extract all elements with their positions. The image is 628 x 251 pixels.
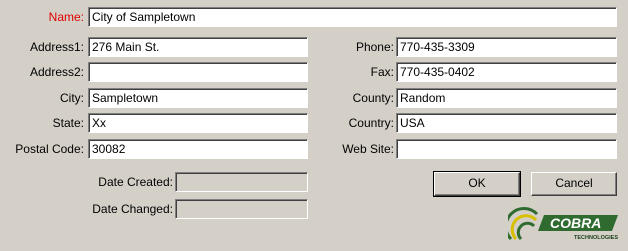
city-input[interactable]: Sampletown	[88, 88, 308, 108]
address2-label: Address2:	[29, 65, 84, 79]
state-label: State:	[52, 116, 84, 130]
web-site-label: Web Site:	[342, 142, 394, 156]
address2-input[interactable]	[88, 62, 308, 82]
city-label: City:	[60, 91, 84, 105]
phone-label: Phone:	[355, 40, 394, 54]
fax-label: Fax:	[370, 65, 394, 79]
address1-input[interactable]: 276 Main St.	[88, 37, 308, 57]
county-label: County:	[352, 91, 394, 105]
country-input[interactable]: USA	[396, 113, 617, 133]
county-input[interactable]: Random	[396, 88, 617, 108]
date-changed-field	[175, 199, 308, 219]
date-created-label: Date Created:	[98, 175, 173, 189]
date-changed-label: Date Changed:	[92, 202, 173, 216]
name-input[interactable]: City of Sampletown	[88, 7, 617, 27]
postal-code-label: Postal Code:	[15, 142, 84, 156]
phone-input[interactable]: 770-435-3309	[396, 37, 617, 57]
cobra-logo-icon: COBRA TECHNOLOGIES	[504, 207, 618, 241]
fax-input[interactable]: 770-435-0402	[396, 62, 617, 82]
cobra-logo: COBRA TECHNOLOGIES	[504, 205, 622, 243]
logo-text: COBRA	[550, 215, 601, 231]
address1-label: Address1:	[29, 40, 84, 54]
country-label: Country:	[348, 116, 394, 130]
cancel-button[interactable]: Cancel	[531, 172, 617, 196]
logo-subtext: TECHNOLOGIES	[574, 235, 618, 241]
state-input[interactable]: Xx	[88, 113, 308, 133]
web-site-input[interactable]	[396, 139, 617, 159]
postal-code-input[interactable]: 30082	[88, 139, 308, 159]
ok-button[interactable]: OK	[433, 171, 521, 197]
name-label: Name:	[48, 10, 84, 24]
date-created-field	[175, 172, 308, 192]
